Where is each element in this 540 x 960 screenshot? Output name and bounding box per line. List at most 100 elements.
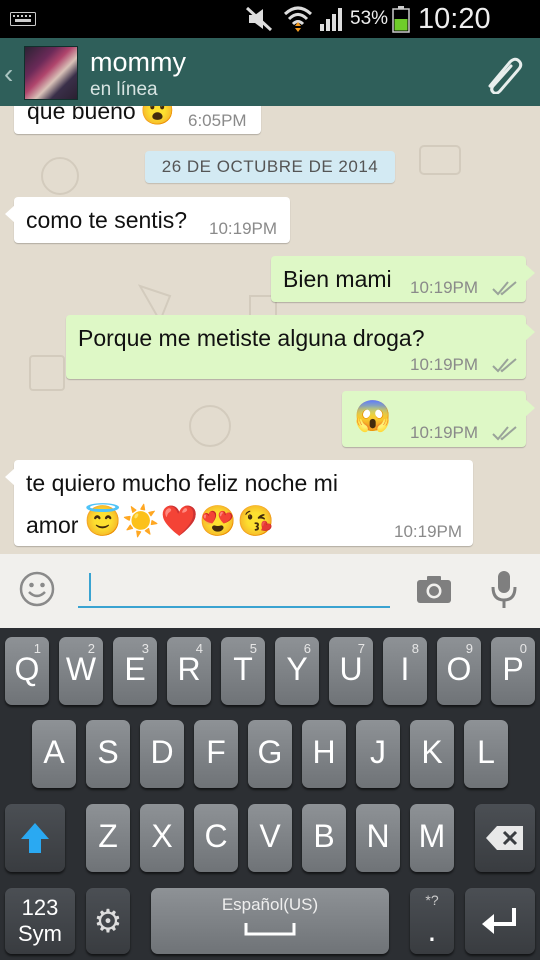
contact-name[interactable]: mommy — [90, 47, 186, 78]
message-text: Porque me metiste alguna droga? — [78, 325, 425, 351]
enter-icon — [482, 908, 516, 934]
message-bubble-incoming[interactable]: que bueno 😮 6:05PM — [14, 106, 261, 134]
bubble-tail — [5, 468, 15, 486]
key-label: T — [233, 651, 253, 687]
compose-bar — [0, 554, 540, 628]
key-label: X — [151, 818, 173, 854]
backspace-icon — [486, 826, 523, 850]
key-label: H — [312, 734, 336, 770]
battery-percent: 53% — [350, 8, 389, 29]
key-r[interactable]: 4R — [167, 637, 211, 705]
key-w[interactable]: 2W — [59, 637, 103, 705]
key-p[interactable]: 0P — [491, 637, 535, 705]
key-label: R — [177, 651, 201, 687]
key-label: Z — [98, 818, 118, 854]
key-o[interactable]: 9O — [437, 637, 481, 705]
key-label: C — [204, 818, 228, 854]
text-caret — [89, 573, 91, 601]
period-key[interactable]: *? . — [410, 888, 454, 954]
settings-icon: ⚙ — [93, 903, 123, 939]
key-e[interactable]: 3E — [113, 637, 157, 705]
mute-icon — [245, 6, 273, 32]
message-emoji: 😱 — [354, 400, 392, 433]
back-icon[interactable]: ‹ — [4, 58, 13, 90]
key-d[interactable]: D — [140, 720, 184, 788]
key-label: E — [124, 651, 146, 687]
key-v[interactable]: V — [248, 804, 292, 872]
key-label: L — [477, 734, 495, 770]
key-n[interactable]: N — [356, 804, 400, 872]
key-label: V — [259, 818, 281, 854]
key-label: Sym — [18, 921, 62, 946]
key-i[interactable]: 8I — [383, 637, 427, 705]
attach-icon[interactable] — [482, 54, 526, 94]
key-label: I — [400, 651, 410, 687]
key-j[interactable]: J — [356, 720, 400, 788]
message-bubble-incoming[interactable]: te quiero mucho feliz noche mi amor 😇☀️❤… — [5, 460, 473, 546]
key-label: A — [43, 734, 65, 770]
signal-icon — [320, 8, 342, 31]
key-label: N — [366, 818, 390, 854]
key-h[interactable]: H — [302, 720, 346, 788]
tick-icon — [492, 358, 517, 373]
emoji-icon: 😮 — [140, 106, 175, 126]
key-q[interactable]: 1Q — [5, 637, 49, 705]
bubble-tail — [525, 399, 535, 417]
key-c[interactable]: C — [194, 804, 238, 872]
key-m[interactable]: M — [410, 804, 454, 872]
key-label: 123 — [21, 895, 59, 920]
enter-key[interactable] — [465, 888, 535, 954]
key-label: F — [206, 734, 226, 770]
settings-key[interactable]: ⚙ — [86, 888, 130, 954]
key-l[interactable]: L — [464, 720, 508, 788]
mic-icon[interactable] — [490, 570, 518, 610]
key-label: U — [339, 651, 363, 687]
message-bubble-outgoing[interactable]: 😱 10:19PM — [342, 391, 535, 447]
key-g[interactable]: G — [248, 720, 292, 788]
key-label: K — [421, 734, 443, 770]
key-label: W — [65, 651, 97, 687]
message-time: 10:19PM — [410, 278, 479, 297]
conversation[interactable]: que bueno 😮 6:05PM 26 DE OCTUBRE DE 2014… — [0, 106, 540, 554]
message-input[interactable] — [78, 568, 390, 608]
shift-icon — [21, 823, 49, 853]
key-a[interactable]: A — [32, 720, 76, 788]
message-time: 10:19PM — [394, 522, 463, 541]
key-hint: *? — [425, 892, 439, 908]
key-label: J — [370, 734, 386, 770]
key-y[interactable]: 6Y — [275, 637, 319, 705]
contact-status: en línea — [90, 79, 158, 100]
status-bar: 53% 10:20 PM — [0, 0, 540, 68]
message-text: amor — [26, 512, 79, 538]
key-z[interactable]: Z — [86, 804, 130, 872]
bubble-tail — [525, 323, 535, 341]
smiley-icon[interactable] — [19, 571, 55, 607]
key-s[interactable]: S — [86, 720, 130, 788]
key-k[interactable]: K — [410, 720, 454, 788]
avatar[interactable] — [24, 46, 78, 100]
message-bubble-outgoing[interactable]: Bien mami 10:19PM — [271, 256, 535, 302]
symbols-key[interactable]: 123 Sym — [5, 888, 75, 954]
key-f[interactable]: F — [194, 720, 238, 788]
key-u[interactable]: 7U — [329, 637, 373, 705]
message-bubble-outgoing[interactable]: Porque me metiste alguna droga? 10:19PM — [66, 315, 535, 379]
bubble-tail — [525, 264, 535, 282]
message-bubble-incoming[interactable]: como te sentis? 10:19PM — [5, 197, 290, 243]
key-label: M — [418, 818, 446, 854]
key-label: P — [502, 651, 524, 687]
keyboard-icon — [10, 12, 36, 26]
wifi-icon — [283, 6, 313, 32]
key-label: S — [97, 734, 119, 770]
key-label: . — [427, 912, 437, 948]
key-t[interactable]: 5T — [221, 637, 265, 705]
key-x[interactable]: X — [140, 804, 184, 872]
spacebar[interactable]: Español(US) — [151, 888, 389, 954]
space-icon — [244, 923, 296, 936]
camera-icon[interactable] — [416, 574, 452, 604]
message-emoji: 😇☀️❤️😍😘 — [84, 505, 276, 538]
key-b[interactable]: B — [302, 804, 346, 872]
backspace-key[interactable] — [475, 804, 535, 872]
shift-key[interactable] — [5, 804, 65, 872]
key-label: O — [446, 651, 472, 687]
message-text: como te sentis? — [26, 207, 188, 233]
